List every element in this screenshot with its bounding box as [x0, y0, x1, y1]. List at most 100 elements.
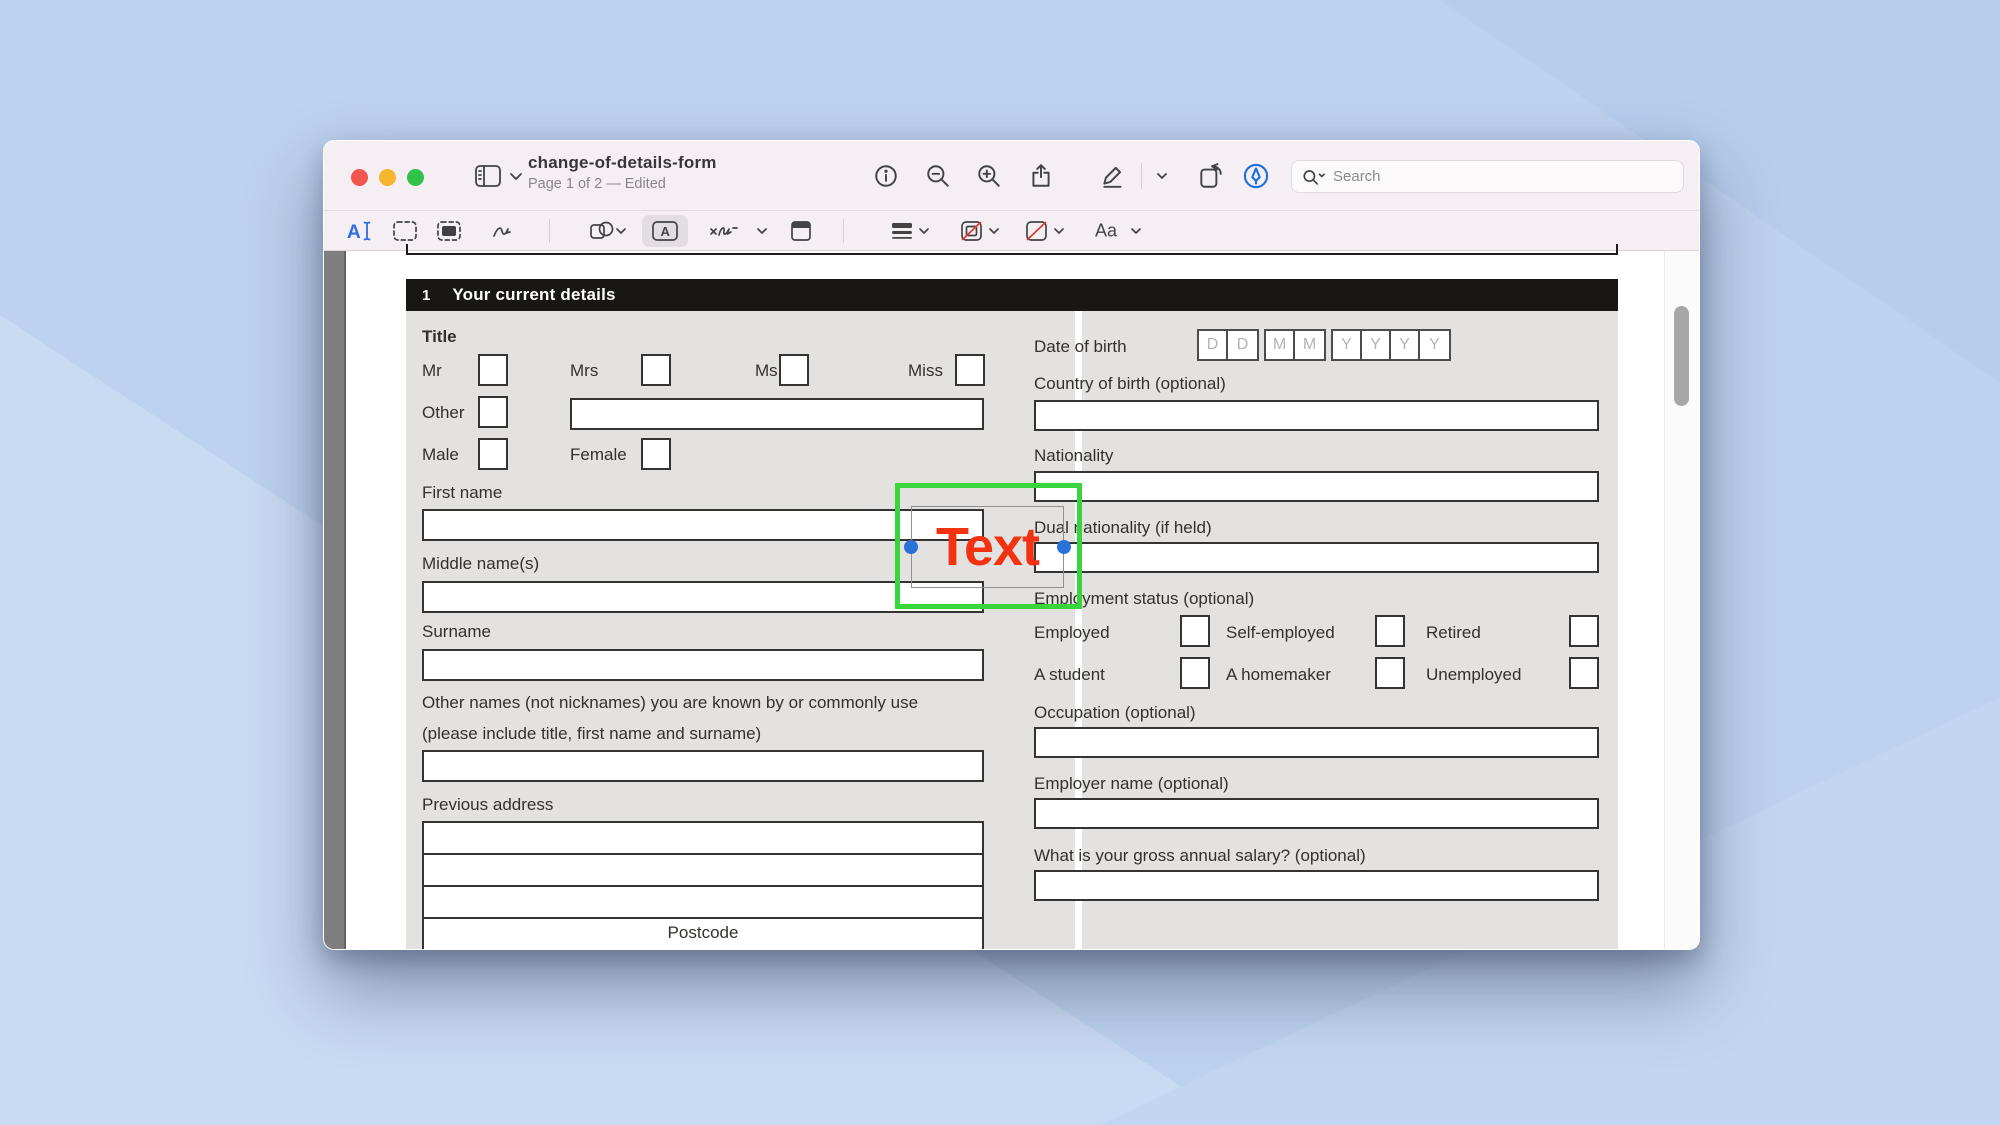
- chevron-down-icon: [1054, 227, 1065, 235]
- sidebar-toggle-button[interactable]: [474, 163, 504, 189]
- salary-input[interactable]: [1034, 870, 1599, 901]
- info-button[interactable]: [873, 163, 899, 189]
- student-label: A student: [1034, 665, 1105, 685]
- sketch-tool-button[interactable]: [491, 220, 517, 242]
- dob-month-group[interactable]: M M: [1264, 329, 1326, 361]
- signature-chevron-button[interactable]: [757, 227, 768, 235]
- line-weight-button[interactable]: [890, 220, 914, 242]
- dual-nationality-input[interactable]: [1034, 542, 1599, 573]
- employer-name-input[interactable]: [1034, 798, 1599, 829]
- text-selection-tool-button[interactable]: A: [345, 219, 375, 243]
- share-button[interactable]: [1028, 163, 1054, 189]
- border-color-chevron-button[interactable]: [989, 227, 1000, 235]
- mr-checkbox[interactable]: [478, 354, 508, 386]
- zoom-window-button[interactable]: [407, 169, 424, 186]
- document-view: 1 Your current details Title Mr Mrs Ms M…: [324, 251, 1700, 950]
- student-checkbox[interactable]: [1180, 657, 1210, 689]
- title-bar: change-of-details-form Page 1 of 2 — Edi…: [324, 141, 1699, 211]
- retired-checkbox[interactable]: [1569, 615, 1599, 647]
- border-color-icon: [959, 219, 985, 243]
- text-style-button[interactable]: Aa: [1095, 220, 1117, 241]
- female-checkbox[interactable]: [641, 438, 671, 470]
- nationality-input[interactable]: [1034, 471, 1599, 502]
- textbox-icon: A: [650, 219, 680, 243]
- text-annotation-box[interactable]: Text: [911, 506, 1064, 588]
- redact-tool-button[interactable]: [436, 220, 462, 242]
- toolbar-divider: [843, 219, 844, 243]
- scrollbar-track[interactable]: [1664, 251, 1700, 950]
- dob-cell[interactable]: Y: [1420, 331, 1449, 359]
- rectangular-selection-tool-button[interactable]: [392, 220, 418, 242]
- miss-checkbox[interactable]: [955, 354, 985, 386]
- employed-checkbox[interactable]: [1180, 615, 1210, 647]
- zoom-out-icon: [925, 163, 951, 189]
- dob-day-group[interactable]: D D: [1197, 329, 1259, 361]
- fill-color-button[interactable]: [1024, 219, 1050, 243]
- close-button[interactable]: [351, 169, 368, 186]
- annotation-resize-handle-right[interactable]: [1057, 540, 1071, 554]
- markup-toolbar-toggle-button[interactable]: [1242, 162, 1270, 190]
- highlight-button[interactable]: [1100, 163, 1126, 189]
- textbox-tool-button[interactable]: A: [650, 219, 680, 243]
- chevron-down-icon: [616, 227, 627, 235]
- miss-label: Miss: [908, 361, 943, 381]
- country-of-birth-input[interactable]: [1034, 400, 1599, 431]
- sidebar-chevron-button[interactable]: [509, 171, 523, 181]
- fill-color-chevron-button[interactable]: [1054, 227, 1065, 235]
- zoom-out-button[interactable]: [925, 163, 951, 189]
- address-row-divider: [424, 885, 982, 887]
- dob-label: Date of birth: [1034, 337, 1127, 357]
- other-title-input[interactable]: [570, 398, 984, 430]
- shapes-tool-button[interactable]: [588, 219, 616, 243]
- occupation-input[interactable]: [1034, 727, 1599, 758]
- dob-cell[interactable]: M: [1266, 331, 1295, 359]
- surname-input[interactable]: [422, 649, 984, 681]
- minimize-button[interactable]: [379, 169, 396, 186]
- signature-icon: [708, 220, 740, 242]
- dob-cell[interactable]: Y: [1391, 331, 1420, 359]
- other-checkbox[interactable]: [478, 396, 508, 428]
- search-input[interactable]: Search: [1291, 160, 1684, 193]
- unemployed-checkbox[interactable]: [1569, 657, 1599, 689]
- annotation-text[interactable]: Text: [936, 516, 1039, 578]
- chevron-down-icon: [989, 227, 1000, 235]
- zoom-in-button[interactable]: [976, 163, 1002, 189]
- homemaker-checkbox[interactable]: [1375, 657, 1405, 689]
- dob-cell[interactable]: D: [1199, 331, 1228, 359]
- dob-year-group[interactable]: Y Y Y Y: [1331, 329, 1451, 361]
- shapes-chevron-button[interactable]: [616, 227, 627, 235]
- mrs-checkbox[interactable]: [641, 354, 671, 386]
- section-number: 1: [422, 287, 430, 304]
- dob-cell[interactable]: M: [1295, 331, 1324, 359]
- line-weight-chevron-button[interactable]: [919, 227, 930, 235]
- preview-window: change-of-details-form Page 1 of 2 — Edi…: [323, 140, 1700, 950]
- employer-name-label: Employer name (optional): [1034, 774, 1229, 794]
- self-employed-checkbox[interactable]: [1375, 615, 1405, 647]
- annotation-resize-handle-left[interactable]: [904, 540, 918, 554]
- signature-tool-button[interactable]: [708, 220, 740, 242]
- ms-checkbox[interactable]: [779, 354, 809, 386]
- dob-cell[interactable]: Y: [1333, 331, 1362, 359]
- note-tool-button[interactable]: [789, 219, 813, 243]
- chevron-down-icon: [919, 227, 930, 235]
- document-subtitle: Page 1 of 2 — Edited: [528, 176, 717, 192]
- share-icon: [1028, 163, 1054, 189]
- other-names-label-line1: Other names (not nicknames) you are know…: [422, 693, 918, 713]
- border-color-button[interactable]: [959, 219, 985, 243]
- other-names-input[interactable]: [422, 750, 984, 782]
- section-header: 1 Your current details: [406, 279, 1618, 311]
- chevron-down-icon: [1156, 171, 1168, 180]
- chevron-down-icon: [757, 227, 768, 235]
- rotate-button[interactable]: [1197, 162, 1225, 190]
- dob-cell[interactable]: Y: [1362, 331, 1391, 359]
- male-checkbox[interactable]: [478, 438, 508, 470]
- dob-cell[interactable]: D: [1228, 331, 1257, 359]
- homemaker-label: A homemaker: [1226, 665, 1331, 685]
- search-placeholder: Search: [1333, 168, 1381, 185]
- scrollbar-thumb[interactable]: [1674, 306, 1689, 406]
- highlight-chevron-button[interactable]: [1156, 171, 1168, 180]
- text-style-chevron-button[interactable]: [1131, 227, 1142, 235]
- other-names-label-line2: (please include title, first name and su…: [422, 724, 761, 744]
- address-row-divider: [424, 853, 982, 855]
- previous-address-label: Previous address: [422, 795, 553, 815]
